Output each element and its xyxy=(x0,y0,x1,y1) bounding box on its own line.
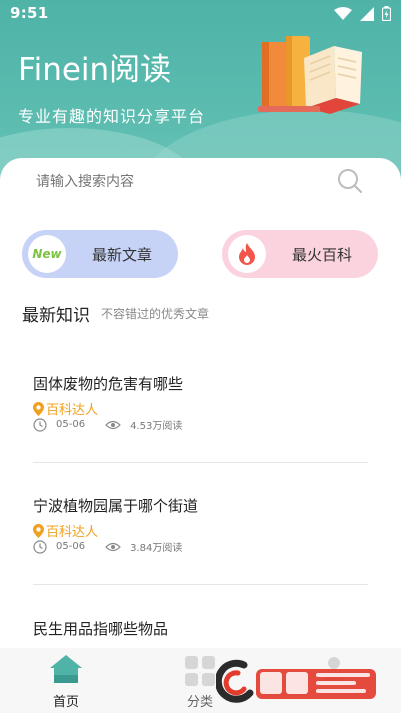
search-bar[interactable] xyxy=(18,158,383,204)
divider xyxy=(33,584,368,585)
tab-home[interactable]: 首页 xyxy=(26,654,106,710)
location-pin-icon xyxy=(33,523,44,538)
watermark-logo xyxy=(216,659,376,703)
app-name: Finein阅读 xyxy=(18,52,172,88)
grid-icon xyxy=(185,656,215,686)
location-pin-icon xyxy=(33,401,44,416)
app-slogan: 专业有趣的知识分享平台 xyxy=(18,107,206,126)
new-badge-icon: New xyxy=(28,235,66,273)
tab-home-label: 首页 xyxy=(52,695,79,710)
section-title: 最新知识 xyxy=(22,306,90,326)
eye-icon xyxy=(105,542,121,551)
content-card: New 最新文章 最火百科 最新知识 不容错过的优秀文章 固体废物的危害有哪些 … xyxy=(0,158,401,648)
signal-icon xyxy=(360,6,374,21)
article-item[interactable]: 固体废物的危害有哪些 百科达人 05-06 4.53万阅读 xyxy=(33,373,368,443)
article-title: 宁波植物园属于哪个街道 xyxy=(33,497,199,515)
article-date: 05-06 xyxy=(56,419,86,430)
hot-encyclopedia-button[interactable]: 最火百科 xyxy=(222,230,378,278)
article-title: 固体废物的危害有哪些 xyxy=(33,375,184,393)
divider xyxy=(33,462,368,463)
status-time: 9:51 xyxy=(10,4,49,22)
clock-icon xyxy=(33,417,47,432)
article-date: 05-06 xyxy=(56,541,86,552)
article-item[interactable]: 民生用品指哪些物品 xyxy=(33,618,368,646)
article-item[interactable]: 宁波植物园属于哪个街道 百科达人 05-06 3.84万阅读 xyxy=(33,495,368,565)
battery-icon xyxy=(382,6,391,21)
status-bar: 9:51 xyxy=(0,0,401,28)
article-author: 百科达人 xyxy=(33,399,98,418)
flame-icon xyxy=(228,235,266,273)
latest-articles-button[interactable]: New 最新文章 xyxy=(22,230,178,278)
home-icon xyxy=(50,655,82,683)
hot-encyclopedia-label: 最火百科 xyxy=(292,246,353,264)
section-subtitle: 不容错过的优秀文章 xyxy=(101,307,210,321)
wifi-icon xyxy=(334,6,352,20)
article-meta: 05-06 3.84万阅读 xyxy=(33,539,182,554)
article-views: 4.53万阅读 xyxy=(130,421,183,432)
article-meta: 05-06 4.53万阅读 xyxy=(33,417,182,432)
article-author: 百科达人 xyxy=(33,521,98,540)
eye-icon xyxy=(105,420,121,429)
search-input[interactable] xyxy=(18,158,383,204)
clock-icon xyxy=(33,539,47,554)
books-illustration xyxy=(258,36,362,114)
latest-articles-label: 最新文章 xyxy=(92,246,153,264)
article-views: 3.84万阅读 xyxy=(130,543,183,554)
article-title: 民生用品指哪些物品 xyxy=(33,620,169,638)
search-icon[interactable] xyxy=(337,168,363,194)
